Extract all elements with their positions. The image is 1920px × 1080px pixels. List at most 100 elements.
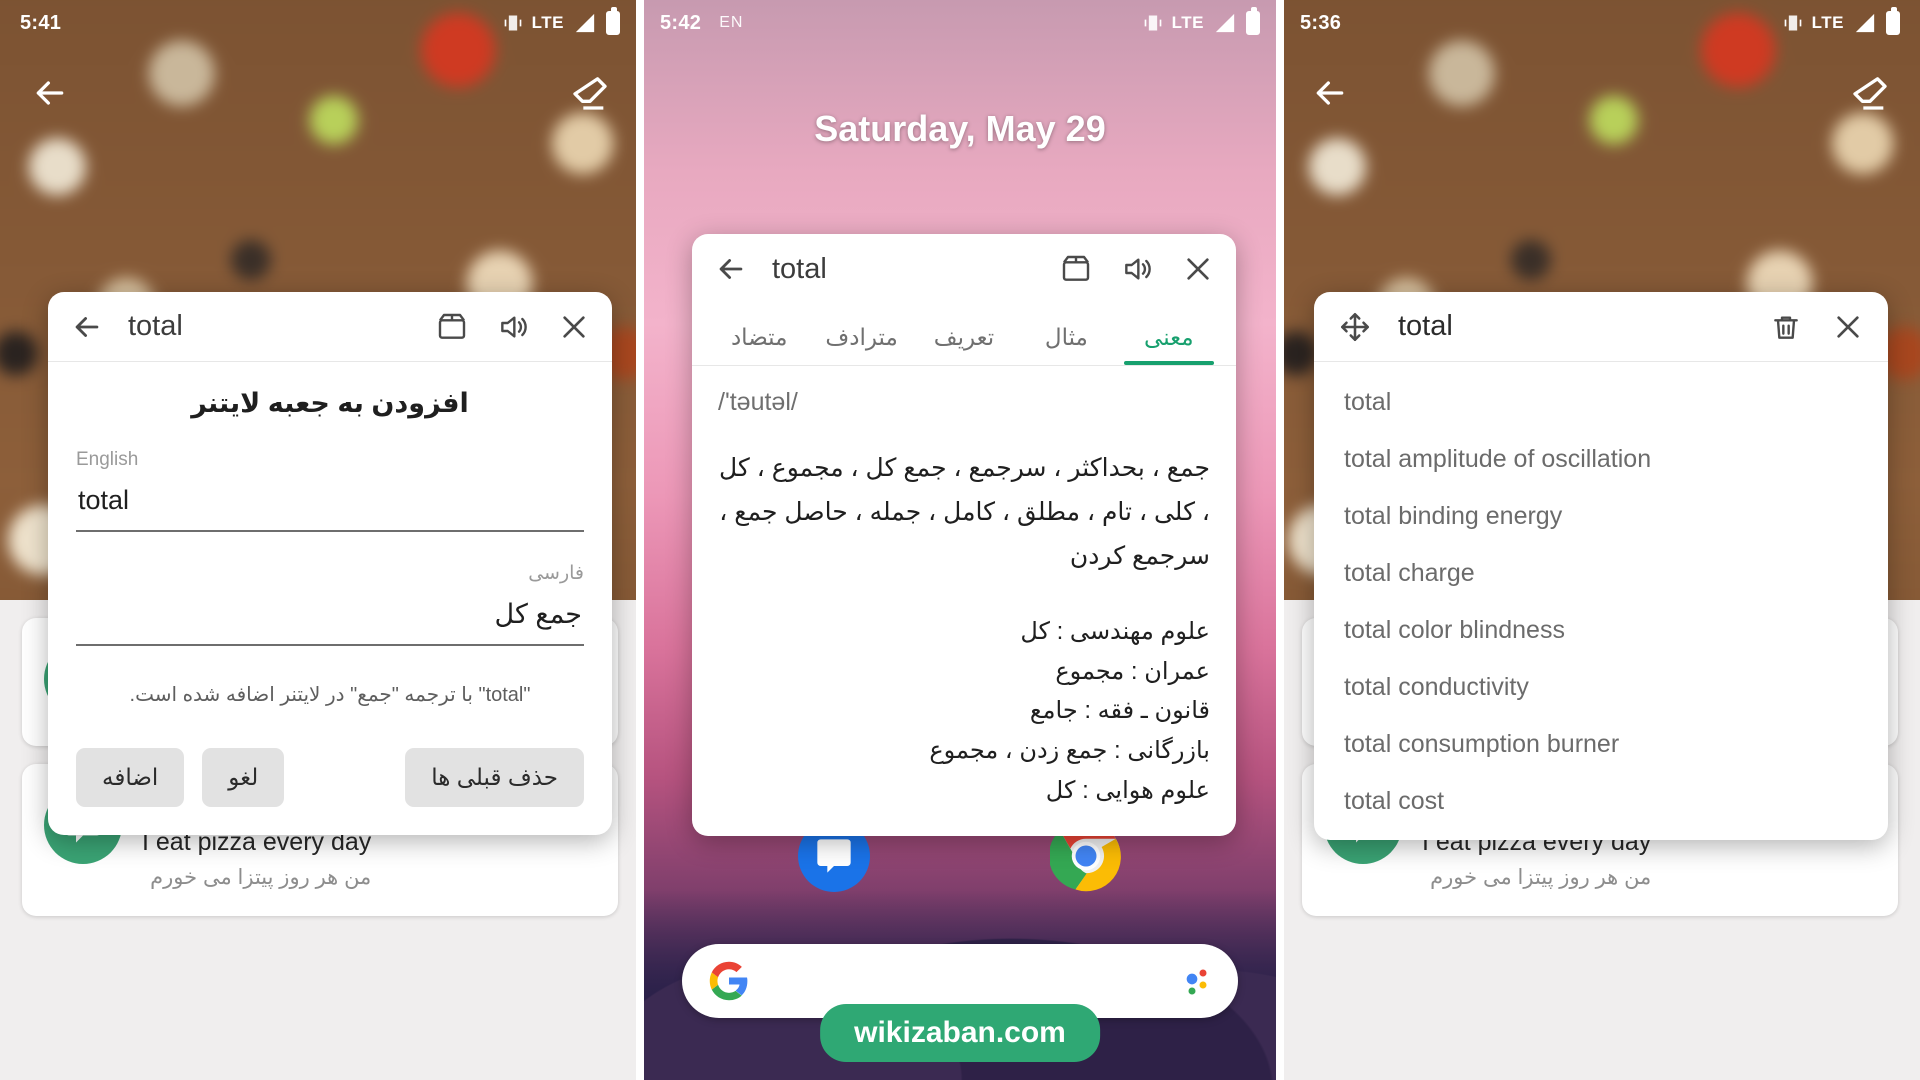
card-actions [436,311,590,343]
word-suggestions-card: total total total amplitude of oscillati… [1314,292,1888,840]
card-word: total [1398,310,1453,342]
subject-meaning: عمران : مجموع [1055,657,1210,685]
status-network: LTE [531,13,564,32]
move-handle-icon[interactable] [1338,310,1372,344]
trash-icon[interactable] [1770,311,1802,343]
list-item[interactable]: total [1314,374,1888,431]
add-button[interactable]: اضافه [76,748,185,807]
status-bar: 5:42 EN LTE [640,0,1280,46]
english-field-group: English total [76,449,584,532]
panel-divider [1276,0,1284,1080]
status-right-cluster: LTE [1783,7,1900,35]
messages-glyph-icon [817,839,851,873]
subject-meaning: علوم هوایی : کل [1045,776,1210,804]
status-right-cluster: LTE [503,7,620,35]
battery-icon [1886,7,1900,35]
card-word: total [772,252,827,285]
status-clock: 5:41 [20,11,62,34]
tab-synonym[interactable]: مترادف [810,324,912,365]
subject-meaning: بازرگانی : جمع زدن ، مجموع [929,737,1210,765]
tab-example[interactable]: مثال [1015,324,1117,365]
list-item[interactable]: total charge [1314,545,1888,602]
dialog-button-row: اضافه لغو حذف قبلی ها [76,748,584,807]
vibrate-icon [504,15,521,31]
close-icon[interactable] [558,311,590,343]
list-item[interactable]: total color blindness [1314,602,1888,659]
farsi-field[interactable]: جمع کل [76,593,584,646]
card-header: total [692,234,1236,304]
dictionary-card: total معنی مثال تعریف مترادف متضاد /'təu… [692,234,1236,837]
panel-divider [636,0,644,1080]
status-bar: 5:41 LTE [0,0,640,46]
status-network: LTE [1171,13,1204,32]
status-network: LTE [1811,13,1844,32]
subject-meaning: قانون ـ فقه : جامع [1029,697,1210,725]
list-item[interactable]: total cost [1314,773,1888,830]
status-language: EN [719,14,744,31]
card-word: total [128,310,183,342]
phonetic-transcription: /'təutəl/ [718,388,798,416]
leitner-dialog-card: total افزودن به جعبه لایتنر English tota… [48,292,612,835]
vibrate-icon [1144,15,1161,31]
speaker-icon[interactable] [1120,253,1154,285]
back-arrow-icon[interactable] [1310,73,1350,113]
phone-panel-left: Do you like pasta? آیا پاستا دوست داری؟ … [0,0,640,1080]
conversation-farsi: من هر روز پیتزا می خورم [1430,866,1652,889]
signal-bars-icon [1855,13,1875,33]
eraser-icon[interactable] [1850,73,1890,113]
status-bar: 5:36 LTE [1280,0,1920,46]
dictionary-body: /'təutəl/ جمع ، بحداکثر ، سرجمع ، جمع کل… [692,366,1236,836]
card-actions [1060,253,1214,285]
phone-panel-middle: 5:42 EN LTE Saturday, May 29 total معنی … [640,0,1280,1080]
list-item[interactable]: total consumption burner [1314,716,1888,773]
site-watermark: wikizaban.com [820,1004,1100,1062]
tab-definition[interactable]: تعریف [913,324,1015,365]
battery-icon [1246,7,1260,35]
tab-antonym[interactable]: متضاد [708,324,810,365]
signal-bars-icon [1215,13,1235,33]
status-clock: 5:42 [660,11,702,34]
leitner-dialog-body: افزودن به جعبه لایتنر English total فارس… [48,362,612,835]
vibrate-icon [1784,15,1801,31]
farsi-field-label: فارسی [528,563,584,584]
card-header: total [1314,292,1888,362]
back-arrow-icon[interactable] [714,252,748,286]
status-clock: 5:36 [1300,11,1342,34]
conversation-farsi: من هر روز پیتزا می خورم [150,866,372,889]
photo-toolbar-right [1280,58,1920,128]
cancel-button[interactable]: لغو [202,748,285,807]
phone-panel-right: Do you like pasta? آیا پاستا دوست داری؟ … [1280,0,1920,1080]
status-right-cluster: LTE [1143,7,1260,35]
list-item[interactable]: total binding energy [1314,488,1888,545]
leitner-box-icon[interactable] [436,311,468,343]
back-arrow-icon[interactable] [30,73,70,113]
lens-glyph-icon [1186,969,1207,994]
leitner-box-icon[interactable] [1060,253,1092,285]
photo-toolbar-left [0,58,640,128]
google-lens-icon[interactable] [1172,959,1212,1004]
list-item[interactable]: total conductivity [1314,659,1888,716]
suggestion-list: total total amplitude of oscillation tot… [1314,362,1888,840]
delete-previous-button[interactable]: حذف قبلی ها [405,748,584,807]
leitner-note: "total" با ترجمه "جمع" در لایتنر اضافه ش… [129,684,531,706]
card-header: total [48,292,612,362]
home-date-widget[interactable]: Saturday, May 29 [640,108,1280,150]
tab-meaning[interactable]: معنی [1118,324,1220,365]
back-arrow-icon[interactable] [70,310,104,344]
meanings-text: جمع ، بحداکثر ، سرجمع ، جمع کل ، مجموع ،… [718,454,1210,570]
subject-meaning: علوم مهندسی : کل [1020,618,1210,646]
signal-bars-icon [575,13,595,33]
eraser-icon[interactable] [570,73,610,113]
english-field[interactable]: total [76,479,584,532]
dictionary-tab-bar: معنی مثال تعریف مترادف متضاد [692,304,1236,366]
google-g-icon [709,961,748,1001]
dialog-title: افزودن به جعبه لایتنر [191,388,469,418]
three-phone-screenshot-stage: Do you like pasta? آیا پاستا دوست داری؟ … [0,0,1920,1080]
list-item[interactable]: total amplitude of oscillation [1314,431,1888,488]
close-icon[interactable] [1182,253,1214,285]
speaker-icon[interactable] [496,311,530,343]
close-icon[interactable] [1832,311,1864,343]
english-field-label: English [76,449,139,470]
battery-icon [606,7,620,35]
farsi-field-group: فارسی جمع کل [76,562,584,646]
